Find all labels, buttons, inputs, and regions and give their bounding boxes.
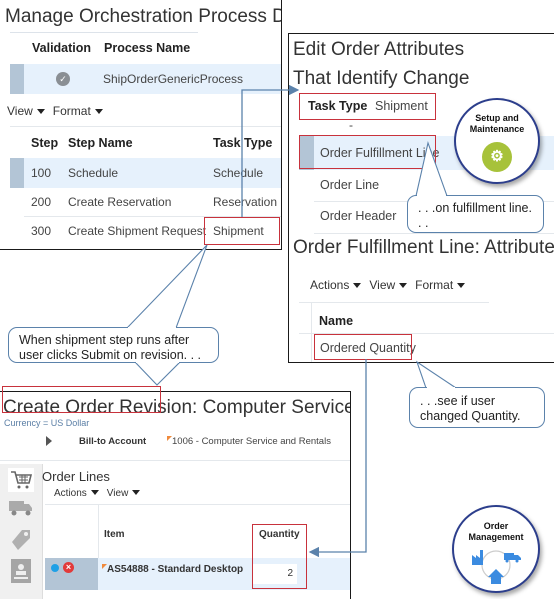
highlight-box-quantity [252,524,307,589]
task-type-label: Task Type [308,99,368,113]
callout-pointer [133,361,182,386]
badge-label: Order [483,521,509,531]
item-cell[interactable]: AS54888 - Standard Desktop [102,564,243,575]
panel-title-line1: Edit Order Attributes [293,39,465,60]
order-management-badge: Order Management [452,505,540,593]
task-type-cell: Reservation [213,195,278,209]
caret-down-icon [353,282,362,288]
highlight-box-task-type [204,217,280,245]
column-header-task-type[interactable]: Task Type [213,136,272,150]
column-header-name[interactable]: Name [319,314,353,328]
order-lines-title: Order Lines [42,469,110,484]
panel-title-line2: That Identify Change [293,68,470,89]
caret-down-icon [36,108,45,114]
task-type-value: Shipment [375,99,428,113]
step-name-cell: Create Shipment Request [68,224,207,238]
caret-down-icon [94,108,103,114]
task-type-cell: Schedule [213,166,264,180]
step-cell: 300 [31,224,52,238]
bill-to-value[interactable]: 1006 - Computer Service and Rentals [167,436,331,447]
caret-down-icon [132,490,141,496]
delete-icon[interactable]: × [63,562,74,573]
badge-icon[interactable] [10,558,32,589]
column-header-process-name[interactable]: Process Name [104,41,190,55]
view-menu[interactable]: View [369,278,415,292]
format-menu[interactable]: Format [415,278,473,292]
tag-icon[interactable] [8,526,34,557]
highlight-box-revision-title [2,386,161,413]
page-title: Manage Orchestration Process Definitions [5,6,281,27]
column-header-step-name[interactable]: Step Name [68,136,133,150]
view-menu[interactable]: View [107,488,149,499]
bill-to-label: Bill-to Account [79,436,147,447]
callout-pointer [125,244,208,329]
callout-quantity: . . .see if user changed Quantity. [409,387,545,428]
setup-maintenance-badge: Setup and Maintenance ⚙ [454,98,540,184]
badge-label: Maintenance [469,124,525,134]
highlight-box-ordered-quantity [314,334,412,360]
create-order-revision-panel: Create Order Revision: Computer Service … [0,391,351,599]
cart-icon[interactable] [8,468,34,492]
step-name-cell: Create Reservation [68,195,172,209]
check-circle-icon: ✓ [56,72,70,86]
step-cell: 200 [31,195,52,209]
status-dot-icon [51,564,59,572]
callout-fulfillment-line: . . .on fulfillment line. . . [407,195,544,233]
actions-menu[interactable]: Actions [54,488,107,499]
actions-menu[interactable]: Actions [310,278,369,292]
column-header-item[interactable]: Item [104,529,125,540]
revision-title-suffix: Computer Service - 507412 [202,397,351,418]
currency-label: Currency = US Dollar [4,418,90,428]
expand-triangle-icon[interactable] [46,436,52,446]
caret-down-icon [399,282,408,288]
section-title: Order Fulfillment Line: Attributes [293,237,554,258]
step-cell: 100 [31,166,52,180]
caret-down-icon [90,490,99,496]
table-row[interactable]: 200 Create Reservation Reservation [24,188,281,217]
column-header-validation[interactable]: Validation [32,41,91,55]
column-header-step[interactable]: Step [31,136,58,150]
highlight-box-entity [299,135,436,169]
supply-chain-icon [472,550,521,584]
view-menu[interactable]: View [7,104,53,118]
gears-icon: ⚙ [482,142,512,172]
entity-name: Order Line [320,178,380,192]
column-header-dash: - [349,118,353,132]
process-definitions-panel: Manage Orchestration Process Definitions… [0,0,282,250]
callout-pointer [415,360,458,389]
process-name-cell[interactable]: ShipOrderGenericProcess [103,72,243,86]
step-name-cell: Schedule [68,166,119,180]
entity-name: Order Header [320,209,397,223]
truck-icon[interactable] [8,498,34,523]
badge-label: Setup and [475,113,519,123]
caret-down-icon [457,282,466,288]
table-row[interactable]: 100 Schedule Schedule [10,158,281,188]
badge-label: Management [468,532,524,542]
table-row[interactable]: ✓ ShipOrderGenericProcess [10,64,281,94]
format-menu[interactable]: Format [53,104,111,118]
callout-shipment-step: When shipment step runs after user click… [8,327,219,363]
